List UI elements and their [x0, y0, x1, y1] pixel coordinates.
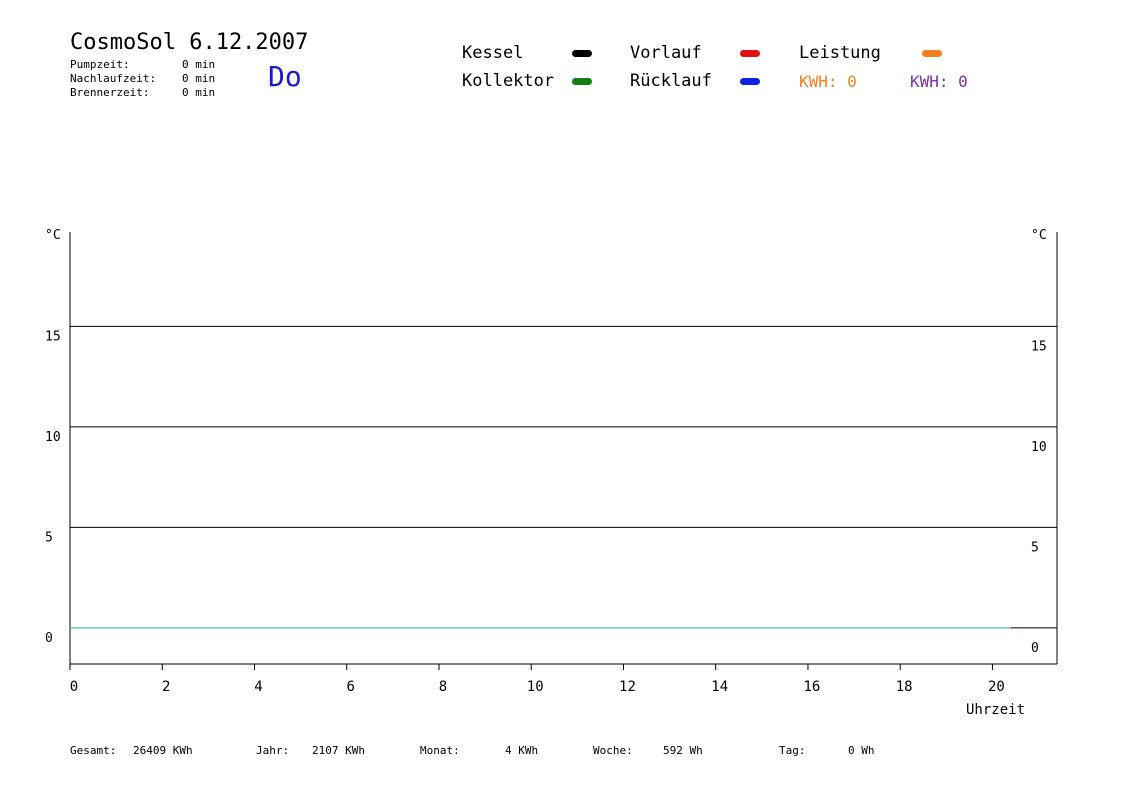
x-tick-label: 10: [527, 679, 544, 695]
y-tick-label-left: 0: [45, 631, 53, 646]
x-tick-label: 6: [347, 679, 355, 695]
y-tick-label-right: 0: [1031, 641, 1039, 656]
footer-tag-label: Tag:: [779, 744, 806, 757]
x-tick-label: 12: [619, 679, 636, 695]
footer-jahr-value: 2107 KWh: [312, 744, 365, 757]
x-tick-label: 14: [711, 679, 728, 695]
x-tick-label: 0: [70, 679, 78, 695]
grid-lines: [70, 325, 1057, 629]
x-tick-label: 4: [254, 679, 262, 695]
y-tick-label-right: 15: [1031, 339, 1047, 354]
y-unit-right: °C: [1031, 228, 1047, 243]
footer-woche-value: 592 Wh: [663, 744, 703, 757]
y-tick-label-right: 5: [1031, 540, 1039, 555]
x-axis-label: Uhrzeit: [966, 702, 1025, 718]
footer-monat-value: 4 KWh: [505, 744, 539, 757]
footer-jahr-label: Jahr:: [256, 744, 290, 757]
footer-tag-value: 0 Wh: [848, 744, 875, 757]
y-tick-label-left: 15: [45, 329, 61, 344]
x-tick-label: 20: [988, 679, 1005, 695]
x-tick-label: 16: [804, 679, 821, 695]
y-tick-label-left: 10: [45, 430, 61, 445]
y-tick-label-right: 10: [1031, 440, 1047, 455]
axes: [69, 232, 1058, 670]
y-tick-label-left: 5: [45, 530, 53, 545]
footer-gesamt-value: 26409 KWh: [133, 744, 193, 757]
temperature-chart: 0 0 5 5 10 10 15 15 0 2 4 6 8 10 12 14 16 18 20 °C °C Uhrzeit: [45, 228, 1058, 718]
footer-woche-label: Woche:: [593, 744, 633, 757]
x-tick-label: 8: [439, 679, 447, 695]
footer-gesamt-label: Gesamt:: [70, 744, 117, 757]
axis-labels: 0 0 5 5 10 10 15 15 0 2 4 6 8 10 12 14 16 18 20 °C °C Uhrzeit: [45, 228, 1047, 718]
x-tick-label: 18: [896, 679, 913, 695]
x-tick-label: 2: [162, 679, 170, 695]
y-unit-left: °C: [45, 228, 61, 243]
footer-monat-label: Monat:: [420, 744, 460, 757]
